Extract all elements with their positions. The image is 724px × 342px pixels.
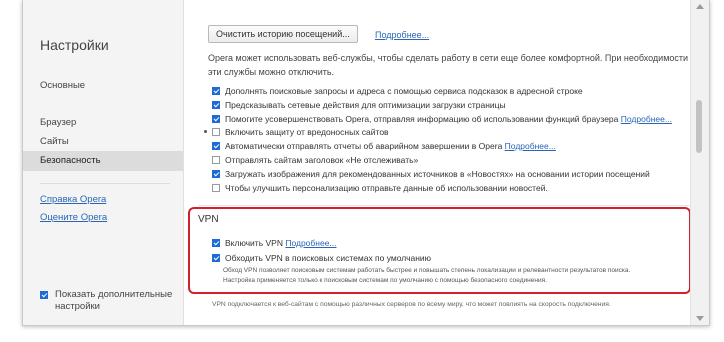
settings-window: Настройки Основные Браузер Сайты Безопас… [22, 0, 710, 326]
checkbox[interactable] [212, 155, 220, 164]
sidebar-item-sites[interactable]: Сайты [23, 132, 183, 152]
option-crash-reports[interactable]: Автоматически отправлять отчеты об авари… [212, 141, 556, 151]
option-predict-network[interactable]: Предсказывать сетевые действия для оптим… [212, 100, 506, 110]
option-label: Автоматически отправлять отчеты об авари… [225, 141, 503, 151]
checkbox[interactable] [212, 127, 220, 136]
option-label: Дополнять поисковые запросы и адреса с п… [225, 86, 583, 96]
section-divider [198, 205, 698, 206]
help-opera-link[interactable]: Справка Opera [40, 194, 106, 205]
option-label: Помогите усовершенствовать Opera, отправ… [225, 114, 619, 124]
show-advanced-checkbox[interactable] [40, 291, 48, 299]
option-label: Предсказывать сетевые действия для оптим… [225, 100, 506, 110]
clear-history-button[interactable]: Очистить историю посещений... [208, 25, 358, 43]
option-search-suggestions[interactable]: Дополнять поисковые запросы и адреса с п… [212, 86, 583, 96]
checkbox[interactable] [212, 114, 220, 123]
option-label: Включить защиту от вредоносных сайтов [225, 127, 389, 137]
checkbox[interactable] [212, 100, 220, 109]
sidebar-title: Настройки [40, 37, 109, 53]
option-news-images[interactable]: Загружать изображения для рекомендованны… [212, 169, 650, 179]
services-description: Opera может использовать веб-службы, что… [208, 53, 689, 77]
option-label: Чтобы улучшить персонализацию отправьте … [225, 183, 548, 193]
checkbox[interactable] [212, 183, 220, 192]
option-do-not-track[interactable]: Отправлять сайтам заголовок «Не отслежив… [212, 155, 418, 165]
crash-reports-more-link[interactable]: Подробнее... [505, 141, 556, 151]
rate-opera-link[interactable]: Оцените Opera [40, 212, 107, 223]
bullet-dot [204, 130, 207, 133]
option-usage-stats[interactable]: Помогите усовершенствовать Opera, отправ… [212, 114, 672, 124]
option-malware-protection[interactable]: Включить защиту от вредоносных сайтов [212, 127, 389, 137]
sidebar-item-security[interactable]: Безопасность [23, 151, 183, 171]
checkbox[interactable] [212, 169, 220, 178]
checkbox[interactable] [212, 141, 220, 150]
sidebar-item-browser[interactable]: Браузер [23, 113, 183, 133]
scroll-up-arrow-icon[interactable] [696, 4, 704, 9]
vpn-footer-note: VPN подключается к веб-сайтам с помощью … [212, 301, 611, 308]
sidebar: Настройки Основные Браузер Сайты Безопас… [23, 0, 184, 325]
scrollbar-thumb[interactable] [696, 100, 702, 153]
main-content: Очистить историю посещений... Подробнее.… [184, 0, 698, 325]
sidebar-item-basic[interactable]: Основные [23, 76, 183, 96]
scroll-down-arrow-icon[interactable] [696, 316, 704, 321]
checkbox[interactable] [212, 86, 220, 95]
show-advanced-settings[interactable]: Показать дополнительные настройки [40, 289, 183, 313]
more-info-link[interactable]: Подробнее... [375, 30, 429, 40]
option-news-personalization[interactable]: Чтобы улучшить персонализацию отправьте … [212, 183, 548, 193]
usage-stats-more-link[interactable]: Подробнее... [621, 114, 672, 124]
sidebar-divider [40, 183, 170, 184]
show-advanced-label: Показать дополнительные настройки [55, 289, 173, 312]
option-label: Отправлять сайтам заголовок «Не отслежив… [225, 155, 419, 165]
scrollbar[interactable] [690, 0, 709, 325]
option-label: Загружать изображения для рекомендованны… [225, 169, 650, 179]
vpn-highlight-box [188, 207, 691, 294]
